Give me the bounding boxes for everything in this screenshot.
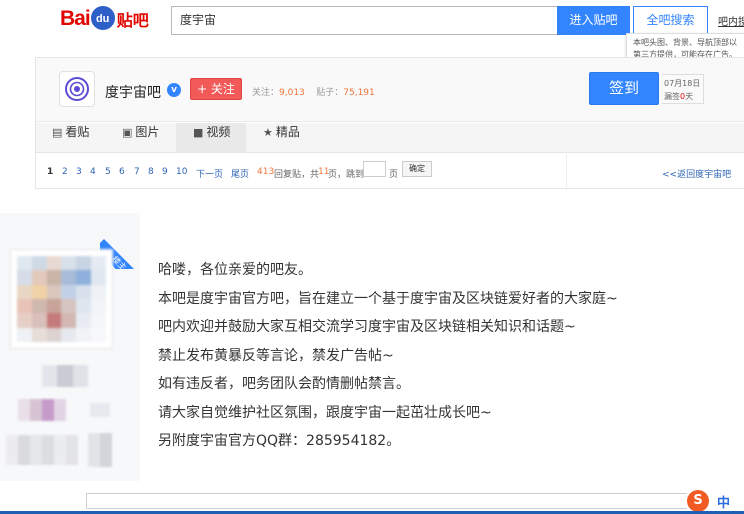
post-line: 另附度宇宙官方QQ群：285954182。 xyxy=(158,433,401,449)
page-5[interactable]: 5 xyxy=(105,167,111,177)
page-6[interactable]: 6 xyxy=(119,167,125,177)
pager-divider xyxy=(566,154,567,190)
jump-to-text: 页，跳到 xyxy=(328,170,365,180)
post-line: 本吧是度宇宙官方吧，旨在建立一个基于度宇宙及区块链爱好者的大家庭~ xyxy=(158,290,618,307)
forum-title[interactable]: 度宇宙吧 xyxy=(105,82,161,102)
sign-date-panel: 07月18日 漏签0天 xyxy=(662,74,704,104)
sogou-ime-icon[interactable]: S xyxy=(687,490,709,512)
author-avatar[interactable] xyxy=(10,249,113,349)
follow-button[interactable]: + 关注 xyxy=(190,78,242,100)
page-10[interactable]: 10 xyxy=(176,167,187,177)
next-page-link[interactable]: 下一页 xyxy=(196,167,223,180)
post-line: 禁止发布黄暴反等言论，禁发广告帖~ xyxy=(158,347,394,364)
image-icon: ▣ xyxy=(122,126,133,139)
planet-ring-icon[interactable] xyxy=(59,71,95,107)
search-all-button[interactable]: 全吧搜索 xyxy=(633,6,708,35)
reply-input[interactable] xyxy=(86,493,744,509)
document-icon: ▤ xyxy=(52,126,63,139)
page-4[interactable]: 4 xyxy=(90,167,96,177)
jump-confirm-button[interactable]: 确定 xyxy=(402,161,432,177)
last-page-link[interactable]: 尾页 xyxy=(231,167,249,180)
back-to-forum-link[interactable]: <<返回度宇宙吧 xyxy=(662,167,731,180)
reply-count-text: 回复贴，共 xyxy=(274,170,320,180)
video-icon: ■ xyxy=(193,126,204,139)
enter-forum-button[interactable]: 进入贴吧 xyxy=(557,6,630,35)
tab-featured[interactable]: ★ 精品 xyxy=(263,123,300,153)
post-line: 哈喽，各位亲爱的吧友。 xyxy=(158,262,312,278)
forum-tabs: ▤ 看贴 ▣ 图片 ■ 视频 ★ 精品 xyxy=(36,123,744,153)
logo-tieba-text: 贴吧 xyxy=(116,11,149,30)
sign-in-button[interactable]: 签到 xyxy=(589,72,659,105)
verified-icon: v xyxy=(167,83,181,97)
page-8[interactable]: 8 xyxy=(148,167,154,177)
forum-header: 度宇宙吧 v + 关注 关注：9,013 贴子：75,191 签到 07月18日… xyxy=(36,58,744,122)
search-input[interactable]: 度宇宙 xyxy=(171,6,557,35)
forum-card: 度宇宙吧 v + 关注 关注：9,013 贴子：75,191 签到 07月18日… xyxy=(35,57,744,190)
page-9[interactable]: 9 xyxy=(162,167,168,177)
in-forum-search-link[interactable]: 吧内搜 xyxy=(718,13,744,28)
ime-mode-indicator[interactable]: 中 xyxy=(717,492,730,511)
forum-stats: 关注：9,013 贴子：75,191 xyxy=(252,85,375,98)
followers-count: 9,013 xyxy=(279,88,305,98)
post-content: 哈喽，各位亲爱的吧友。 本吧是度宇宙官方吧，旨在建立一个基于度宇宙及区块链爱好者… xyxy=(158,256,618,456)
tooltip-line-1: 本吧头图、背景、导航顶部以 xyxy=(633,38,737,47)
pagination: 1 2 3 4 5 6 7 8 9 10 下一页 尾页 413 回复贴，共 11… xyxy=(36,154,744,188)
post-line: 如有违反者，吧务团队会酌情删帖禁言。 xyxy=(158,376,410,392)
page-1[interactable]: 1 xyxy=(47,167,53,177)
author-extra-badge xyxy=(88,433,112,467)
page-3[interactable]: 3 xyxy=(76,167,82,177)
author-level-badge xyxy=(18,399,66,421)
tab-threads[interactable]: ▤ 看贴 xyxy=(52,123,89,153)
jump-page-input[interactable] xyxy=(363,161,386,177)
page-7[interactable]: 7 xyxy=(134,167,140,177)
star-icon: ★ xyxy=(263,126,273,139)
posts-count: 75,191 xyxy=(343,88,375,98)
ime-toolbar[interactable]: S 中 xyxy=(687,490,744,512)
followers-label: 关注： xyxy=(252,88,280,98)
page-unit: 页 xyxy=(389,170,399,180)
first-post: 楼主 哈喽，各位亲爱的吧友。 本吧是度宇宙官方吧，旨在建立一个基于度宇宙及区块链… xyxy=(0,213,744,481)
post-line: 吧内欢迎并鼓励大家互相交流学习度宇宙及区块链相关知识和话题~ xyxy=(158,319,576,335)
author-name[interactable] xyxy=(42,365,88,387)
logo-bai-text: Bai xyxy=(60,7,91,30)
sign-date: 07月18日 xyxy=(664,79,701,88)
reply-count: 413 xyxy=(257,167,275,177)
author-honor-icons xyxy=(6,435,78,465)
tab-videos[interactable]: ■ 视频 xyxy=(176,123,246,153)
missed-days: 漏签0天 xyxy=(664,92,694,101)
page: Bai du 贴吧 度宇宙 进入贴吧 全吧搜索 吧内搜 本吧头图、背景、导航顶部… xyxy=(0,0,744,514)
posts-label: 贴子： xyxy=(316,88,344,98)
logo-du-paw: du xyxy=(90,6,115,30)
tab-images[interactable]: ▣ 图片 xyxy=(122,123,159,153)
post-line: 请大家自觉维护社区氛围，跟度宇宙一起茁壮成长吧~ xyxy=(158,404,492,421)
author-column: 楼主 xyxy=(0,213,140,481)
author-level-number xyxy=(90,403,110,417)
baidu-tieba-logo[interactable]: Bai du 贴吧 xyxy=(60,4,149,34)
page-2[interactable]: 2 xyxy=(62,167,68,177)
